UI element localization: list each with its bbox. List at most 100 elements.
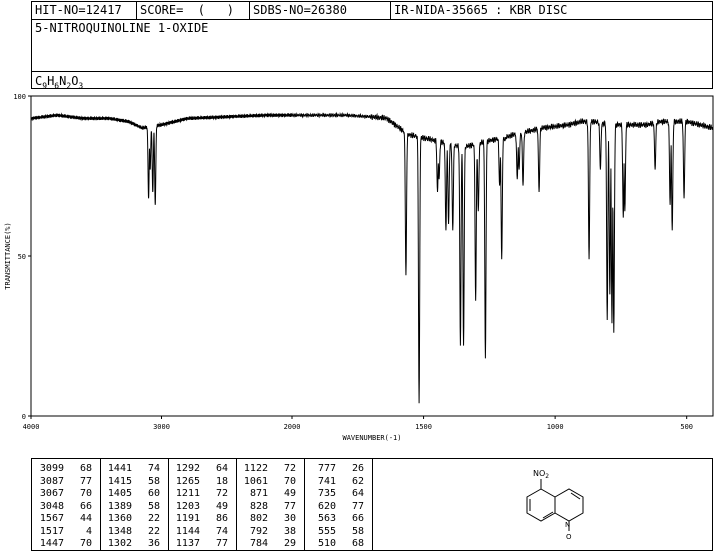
- peak-wavenumber: 563: [317, 513, 336, 524]
- x-tick-label: 1000: [547, 423, 564, 431]
- peak-transmittance: 49: [283, 488, 296, 499]
- peak-transmittance: 29: [283, 538, 296, 549]
- peak-wavenumber: 1389: [107, 500, 132, 512]
- quinoline-structure: NO2 N O: [526, 469, 584, 541]
- peak-wavenumber: 3099: [39, 463, 64, 474]
- y-tick-label: 50: [18, 253, 26, 261]
- peak-transmittance: 18: [215, 475, 228, 487]
- peak-wavenumber: 620: [317, 500, 336, 512]
- peak-transmittance: 26: [351, 463, 364, 474]
- peak-wavenumber: 510: [317, 538, 336, 549]
- peak-transmittance: 77: [351, 500, 364, 512]
- peak-transmittance: 74: [147, 463, 160, 474]
- peak-transmittance: 4: [85, 525, 92, 537]
- y-tick-label: 100: [13, 93, 26, 101]
- peak-wavenumber: 1348: [107, 525, 132, 537]
- peak-wavenumber: 1447: [39, 538, 64, 549]
- x-tick-label: 3000: [153, 423, 170, 431]
- peak-transmittance: 77: [215, 538, 228, 549]
- peak-transmittance: 86: [215, 513, 228, 524]
- x-axis-label: WAVENUMBER(-1): [342, 434, 401, 442]
- peak-wavenumber: 3048: [39, 500, 64, 512]
- peak-wavenumber: 1137: [175, 538, 200, 549]
- peak-wavenumber: 1567: [39, 513, 64, 524]
- peak-table-column: 1292 64 1265 18 1211 72 1203 49 1191 86 1144 74 1137…: [168, 459, 236, 550]
- peak-transmittance: 64: [351, 488, 364, 499]
- x-tick-label: 500: [680, 423, 693, 431]
- x-tick-label: 1500: [415, 423, 432, 431]
- peak-wavenumber: 784: [249, 538, 268, 549]
- structure-panel: NO2 N O: [373, 458, 713, 551]
- oxide-oxygen-label: O: [566, 533, 572, 541]
- x-tick-label: 2000: [284, 423, 301, 431]
- peak-transmittance: 22: [147, 525, 160, 537]
- peak-wavenumber: 777: [317, 463, 336, 474]
- peak-transmittance: 60: [147, 488, 160, 499]
- ir-spectrum-chart: 4000 3000 2000 1500 1000 500 0 50 100 WAVENUMBER…: [4, 93, 714, 442]
- peak-transmittance: 72: [283, 463, 296, 474]
- peak-transmittance: 64: [215, 463, 228, 474]
- peak-transmittance: 68: [351, 538, 364, 549]
- peak-transmittance: 58: [147, 475, 160, 487]
- hit-number: HIT-NO=12417: [35, 3, 122, 17]
- peak-wavenumber: 741: [317, 475, 336, 487]
- peak-transmittance: 74: [215, 525, 228, 537]
- peak-wavenumber: 555: [317, 525, 336, 537]
- peak-wavenumber: 792: [249, 525, 268, 537]
- peak-table-column: 1441 74 1415 58 1405 60 1389 58 1360 22 1348 22 1302…: [100, 459, 168, 550]
- peak-wavenumber: 1211: [175, 488, 200, 499]
- peak-wavenumber: 1517: [39, 525, 64, 537]
- ir-number: IR-NIDA-35665 : KBR DISC: [394, 3, 568, 17]
- peak-wavenumber: 1441: [107, 463, 132, 474]
- spectrum-header: HIT-NO=12417 SCORE= ( ) SDBS-NO=26380 IR…: [31, 1, 713, 90]
- header-info-row: HIT-NO=12417 SCORE= ( ) SDBS-NO=26380 IR…: [32, 2, 712, 20]
- x-tick-label: 4000: [23, 423, 40, 431]
- peak-wavenumber: 1191: [175, 513, 200, 524]
- peak-wavenumber: 1360: [107, 513, 132, 524]
- peak-table: 3099 68 3087 77 3067 70 3048 66 1567 44 1517 4 1447 7…: [31, 458, 373, 551]
- peak-table-column: 777 26 741 62 735 64 620 77 563 66 555 58 510 68: [304, 459, 372, 550]
- peak-wavenumber: 1302: [107, 538, 132, 549]
- peak-wavenumber: 3087: [39, 475, 64, 487]
- peak-transmittance: 44: [79, 513, 92, 524]
- peak-transmittance: 66: [79, 500, 92, 512]
- nitro-group-label: NO2: [533, 469, 549, 480]
- peak-wavenumber: 1405: [107, 488, 132, 499]
- y-tick-label: 0: [22, 413, 26, 421]
- peak-transmittance: 77: [79, 475, 92, 487]
- peak-wavenumber: 735: [317, 488, 336, 499]
- peak-wavenumber: 1415: [107, 475, 132, 487]
- peak-wavenumber: 3067: [39, 488, 64, 499]
- sdbs-number: SDBS-NO=26380: [253, 3, 347, 17]
- peak-transmittance: 58: [147, 500, 160, 512]
- y-axis-label: TRANSMITTANCE(%): [4, 222, 12, 289]
- peak-transmittance: 49: [215, 500, 228, 512]
- peak-wavenumber: 802: [249, 513, 268, 524]
- peak-transmittance: 70: [283, 475, 296, 487]
- ring-bonds: [526, 479, 584, 531]
- compound-name: 5-NITROQUINOLINE 1-OXIDE: [35, 21, 209, 35]
- score: SCORE= ( ): [140, 3, 234, 17]
- peak-transmittance: 30: [283, 513, 296, 524]
- peak-transmittance: 72: [215, 488, 228, 499]
- peak-transmittance: 62: [351, 475, 364, 487]
- peak-wavenumber: 828: [249, 500, 268, 512]
- peak-table-column: 1122 72 1061 70 871 49 828 77 802 30 792 38 784 29: [236, 459, 304, 550]
- ring-nitrogen-label: N: [565, 521, 570, 529]
- peak-transmittance: 70: [79, 538, 92, 549]
- spectrum-line: [30, 111, 714, 404]
- peak-table-column: 3099 68 3087 77 3067 70 3048 66 1567 44 1517 4 1447 7…: [32, 459, 100, 550]
- peak-transmittance: 22: [147, 513, 160, 524]
- peak-wavenumber: 1144: [175, 525, 200, 537]
- peak-transmittance: 70: [79, 488, 92, 499]
- peak-wavenumber: 871: [249, 488, 268, 499]
- peak-wavenumber: 1203: [175, 500, 200, 512]
- peak-transmittance: 58: [351, 525, 364, 537]
- peak-transmittance: 36: [147, 538, 160, 549]
- peak-wavenumber: 1122: [243, 463, 268, 474]
- peak-wavenumber: 1061: [243, 475, 268, 487]
- peak-transmittance: 68: [79, 463, 92, 474]
- peak-wavenumber: 1265: [175, 475, 200, 487]
- peak-wavenumber: 1292: [175, 463, 200, 474]
- peak-transmittance: 66: [351, 513, 364, 524]
